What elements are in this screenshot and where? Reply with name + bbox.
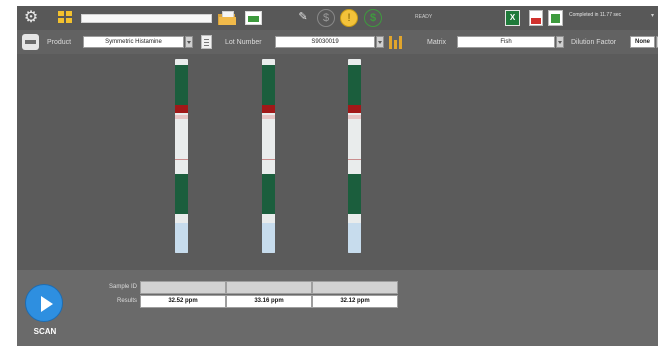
lot-number-label: Lot Number	[225, 39, 262, 46]
barcode-icon[interactable]	[389, 36, 403, 49]
scan-label: SCAN	[33, 327, 57, 336]
sample-id-cell-3[interactable]	[312, 281, 398, 294]
status-word: READY	[415, 14, 433, 20]
coin-icon[interactable]: $	[364, 9, 382, 27]
top-toolbar: ⚙ ✎ $ ! $ READY X Completed in 11.77 sec…	[17, 6, 665, 30]
more-icon[interactable]: ▾	[651, 12, 654, 19]
test-strip-1	[175, 59, 188, 253]
scan-button[interactable]	[25, 284, 63, 322]
bulb-icon[interactable]: !	[340, 9, 358, 27]
app-window: ⚙ ✎ $ ! $ READY X Completed in 11.77 sec…	[17, 6, 665, 346]
window-edge	[658, 6, 665, 346]
status-text: READY	[415, 7, 505, 29]
result-cell-2: 33.16 ppm	[226, 295, 312, 308]
result-cell-3: 32.12 ppm	[312, 295, 398, 308]
results-label: Results	[116, 298, 137, 304]
screen-icon[interactable]	[245, 11, 262, 25]
filter-row: Product Symmetric Histamine Lot Number S…	[17, 30, 665, 54]
sample-id-cell-1[interactable]	[140, 281, 226, 294]
matrix-select[interactable]: Fish	[457, 36, 555, 48]
clipboard-icon[interactable]	[201, 35, 212, 49]
grid-icon[interactable]	[58, 11, 74, 25]
folder-icon[interactable]	[218, 11, 237, 25]
lot-number-field[interactable]: S9030019	[275, 36, 375, 48]
dollar-icon[interactable]: $	[317, 9, 335, 27]
product-label: Product	[47, 39, 72, 46]
results-panel: SCAN Sample ID Results 32.52 ppm 33.16 p…	[17, 270, 665, 346]
printer-icon[interactable]	[22, 34, 39, 50]
excel-icon[interactable]: X	[505, 10, 520, 26]
sample-id-cell-2[interactable]	[226, 281, 312, 294]
spreadsheet-icon[interactable]	[548, 10, 563, 26]
dilution-factor-label: Dilution Factor	[571, 39, 617, 46]
test-strip-3	[348, 59, 361, 253]
title-field[interactable]	[81, 14, 212, 23]
lot-number-dropdown-button[interactable]	[376, 36, 384, 48]
matrix-dropdown-button[interactable]	[556, 36, 564, 48]
test-strip-2	[262, 59, 275, 253]
image-viewer: ⤢	[17, 54, 665, 270]
result-cell-1: 32.52 ppm	[140, 295, 226, 308]
product-dropdown-button[interactable]	[185, 36, 193, 48]
matrix-label: Matrix	[427, 39, 447, 46]
product-select[interactable]: Symmetric Histamine	[83, 36, 184, 48]
completed-text: Completed in 11.77 sec	[569, 12, 622, 18]
sample-id-label: Sample ID	[108, 284, 137, 290]
pdf-icon[interactable]	[529, 10, 543, 26]
gear-icon[interactable]: ⚙	[22, 9, 40, 27]
dilution-factor-select[interactable]: None	[630, 36, 655, 48]
wand-icon[interactable]: ✎	[294, 9, 312, 27]
